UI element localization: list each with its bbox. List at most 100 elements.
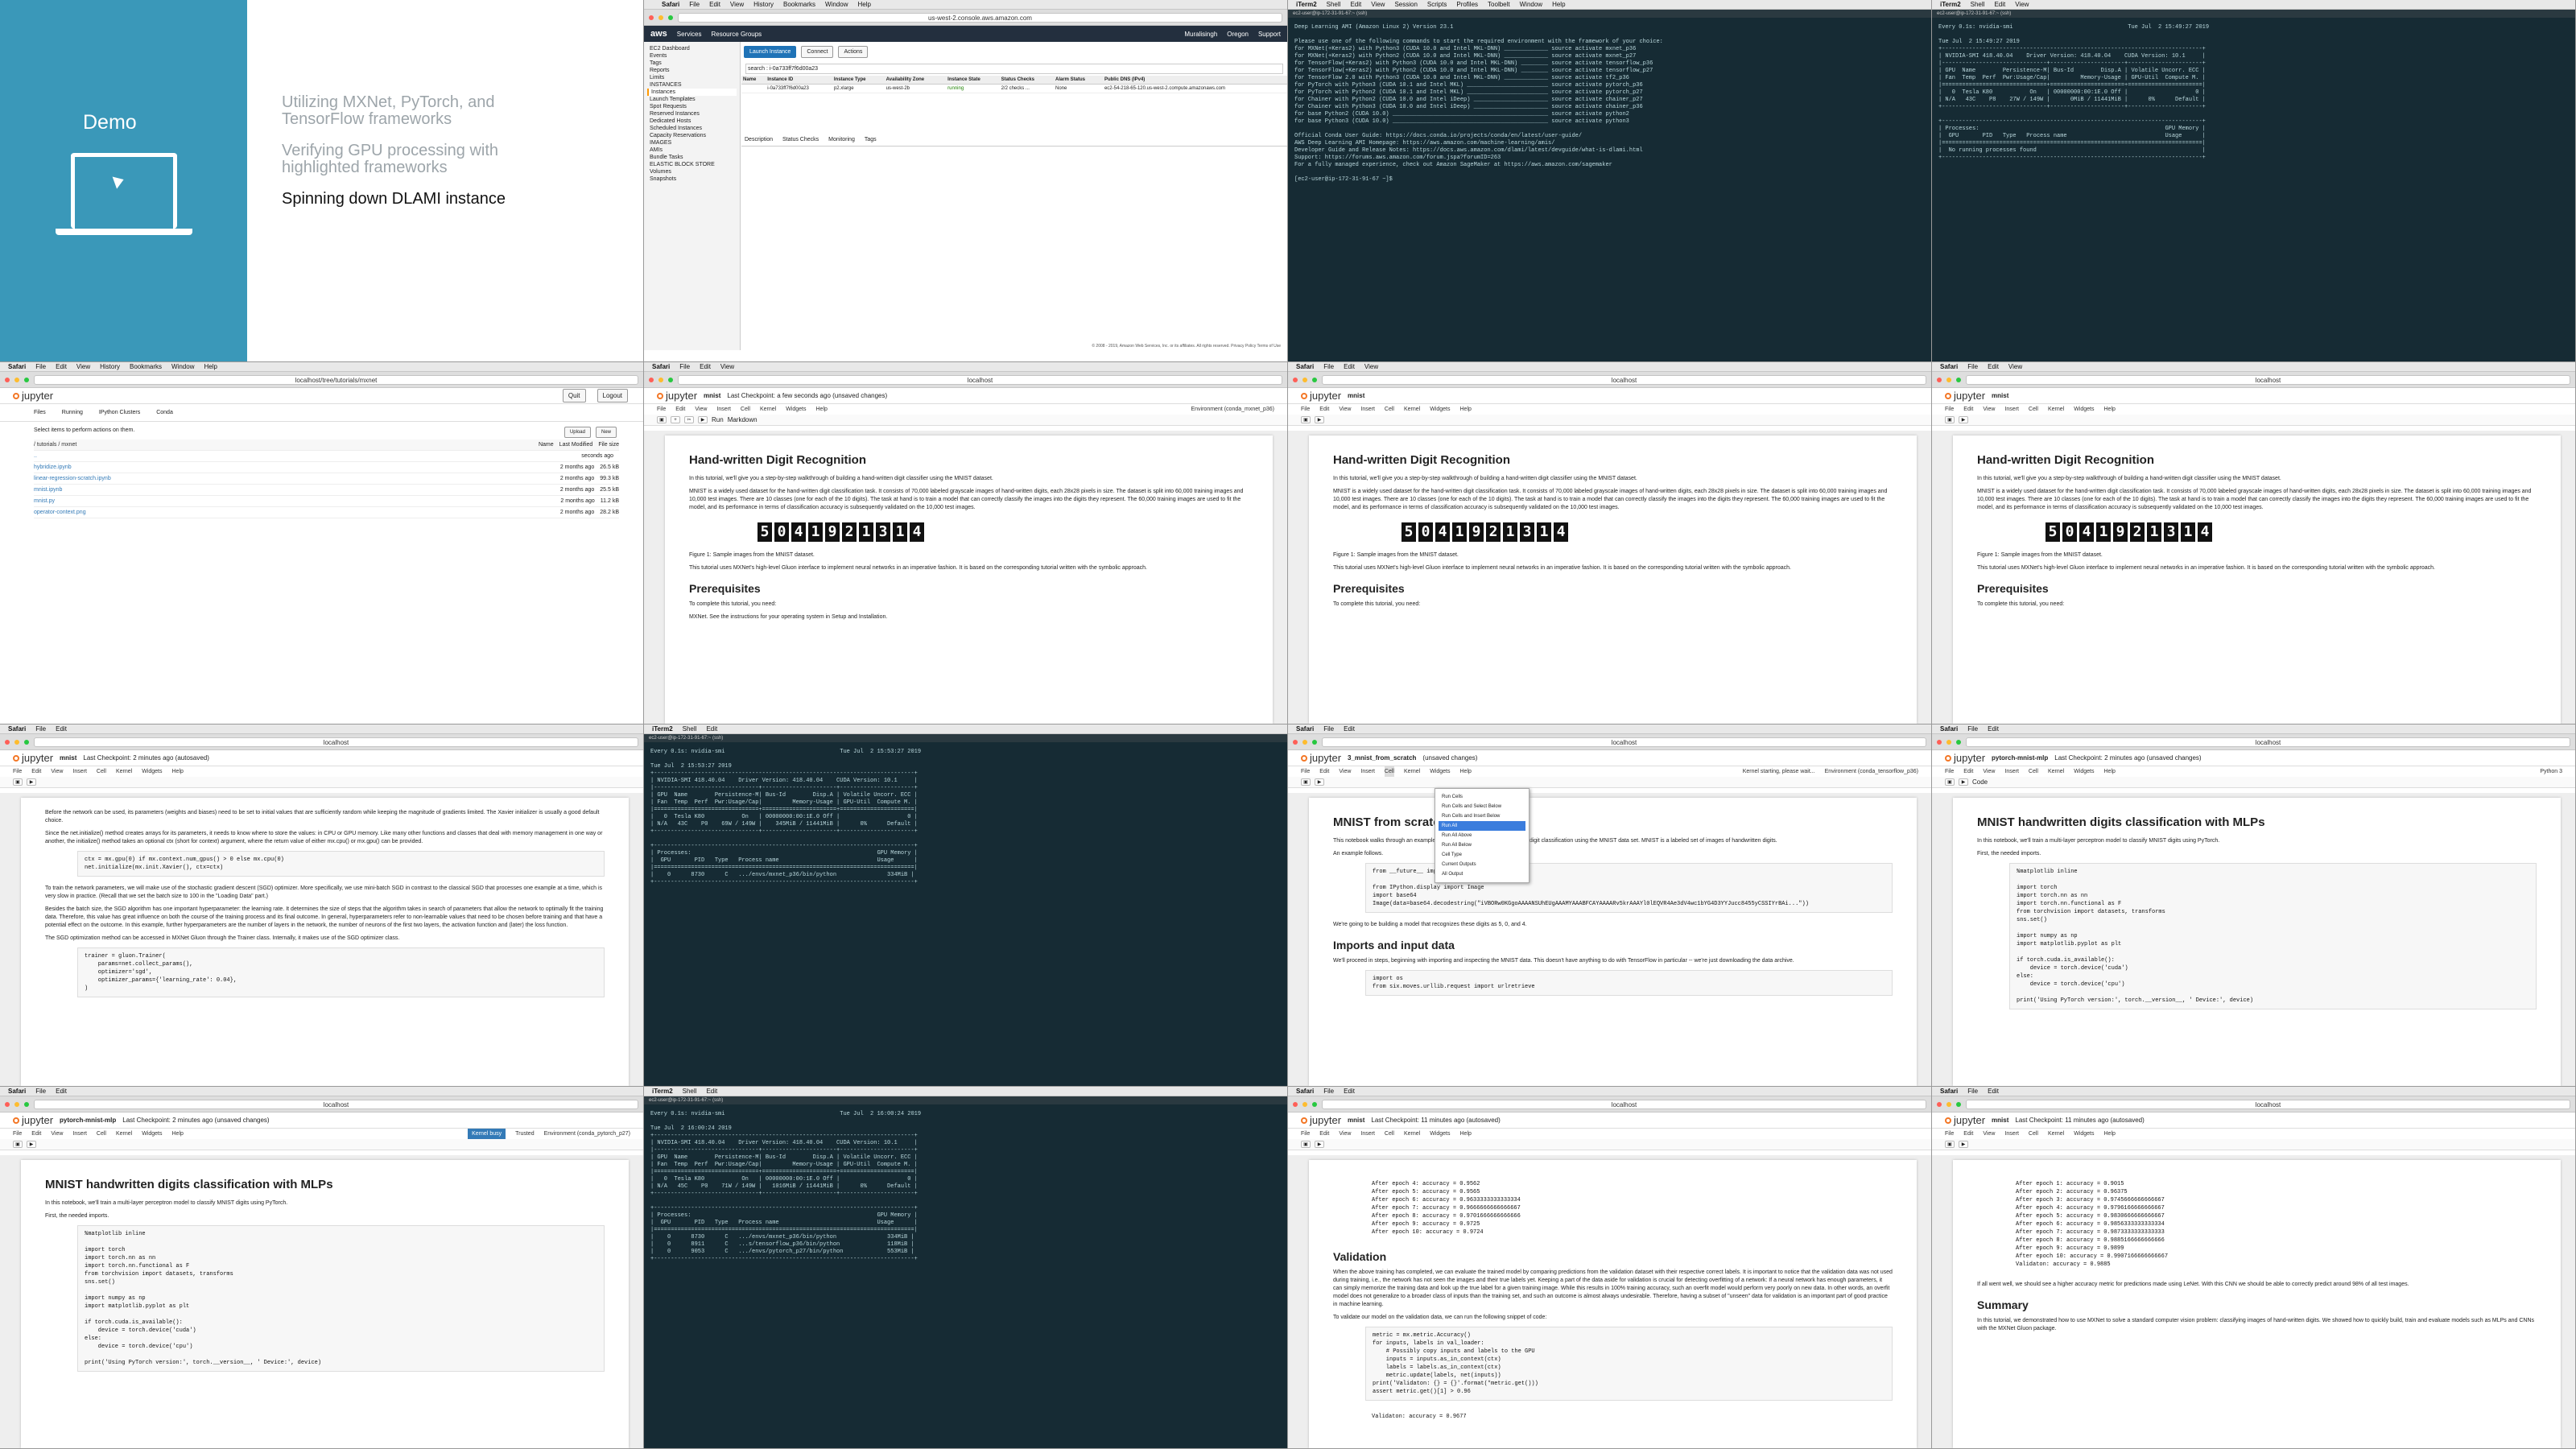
menu-view[interactable]: View bbox=[720, 363, 734, 370]
code-cell[interactable]: metric = mx.metric.Accuracy() for inputs… bbox=[1365, 1327, 1893, 1401]
menu-window[interactable]: Window bbox=[171, 363, 194, 370]
markdown-cell[interactable]: This tutorial uses MXNet's high-level Gl… bbox=[689, 564, 1249, 572]
terminal-tab[interactable]: ec2-user@ip-172-31-91-67:~ (ssh) bbox=[1293, 10, 1367, 18]
sidebar-item[interactable]: Limits bbox=[647, 74, 737, 81]
sidebar-item[interactable]: Reports bbox=[647, 67, 737, 74]
notebook-name[interactable]: mnist bbox=[1348, 392, 1364, 399]
zoom-window-icon[interactable] bbox=[24, 739, 29, 745]
app-name[interactable]: Safari bbox=[8, 363, 26, 370]
markdown-cell[interactable]: To validate our model on the validation … bbox=[1333, 1314, 1893, 1322]
notebook-name[interactable]: mnist bbox=[1992, 1117, 2008, 1124]
terminal-tab[interactable]: ec2-user@ip-172-31-91-67:~ (ssh) bbox=[649, 734, 723, 742]
notebook-name[interactable]: 3_mnist_from_scratch bbox=[1348, 754, 1416, 762]
notebook-name[interactable]: mnist bbox=[1348, 1117, 1364, 1124]
minimize-window-icon[interactable] bbox=[658, 14, 663, 20]
zoom-window-icon[interactable] bbox=[24, 1101, 29, 1107]
address-bar[interactable]: localhost/tree/tutorials/mxnet bbox=[34, 374, 638, 385]
menu-help[interactable]: Help bbox=[857, 1, 870, 8]
sidebar-item[interactable]: AMIs bbox=[647, 147, 737, 154]
sidebar-item[interactable]: Capacity Reservations bbox=[647, 132, 737, 139]
markdown-cell[interactable]: We'll proceed in steps, beginning with i… bbox=[1333, 957, 1893, 965]
markdown-cell[interactable]: In this tutorial, we'll give you a step-… bbox=[1333, 475, 1893, 483]
nvidia-smi-output[interactable]: Every 0.1s: nvidia-smi Tue Jul 2 15:53:2… bbox=[644, 742, 1287, 893]
sidebar-item[interactable]: Snapshots bbox=[647, 175, 737, 183]
menu-bookmarks[interactable]: Bookmarks bbox=[783, 1, 815, 8]
app-name[interactable]: Safari bbox=[8, 725, 26, 733]
minimize-window-icon[interactable] bbox=[1946, 739, 1951, 745]
menu-profiles[interactable]: Profiles bbox=[1456, 1, 1478, 8]
menu-window[interactable]: Window bbox=[825, 1, 848, 8]
menu-file[interactable]: File bbox=[1323, 725, 1334, 733]
list-item[interactable]: mnist.ipynb 2 months ago 25.5 kB bbox=[34, 485, 619, 496]
sidebar-item[interactable]: Spot Requests bbox=[647, 103, 737, 110]
run-icon[interactable]: ▶ bbox=[1315, 1141, 1324, 1148]
sidebar-item[interactable]: Bundle Tasks bbox=[647, 154, 737, 161]
menu-item[interactable]: All Output bbox=[1439, 869, 1525, 879]
save-icon[interactable]: ▣ bbox=[1301, 778, 1311, 786]
menu-history[interactable]: History bbox=[100, 363, 120, 370]
app-name[interactable]: Safari bbox=[8, 1088, 26, 1095]
save-icon[interactable]: ▣ bbox=[1301, 416, 1311, 423]
menu-view[interactable]: View bbox=[1371, 1, 1385, 8]
menu-edit[interactable]: Edit bbox=[706, 1088, 717, 1095]
markdown-cell[interactable]: We're going to be building a model that … bbox=[1333, 921, 1893, 929]
menu-item-run-all[interactable]: Run All bbox=[1439, 821, 1525, 831]
terminal-tab[interactable]: ec2-user@ip-172-31-91-67:~ (ssh) bbox=[1937, 10, 2011, 18]
code-cell[interactable]: %matplotlib inline import torch import t… bbox=[77, 1225, 605, 1372]
menu-bookmarks[interactable]: Bookmarks bbox=[130, 363, 162, 370]
minimize-window-icon[interactable] bbox=[14, 377, 19, 382]
zoom-window-icon[interactable] bbox=[1956, 377, 1961, 382]
menu-scripts[interactable]: Scripts bbox=[1427, 1, 1447, 8]
menu-item[interactable]: Current Outputs bbox=[1439, 860, 1525, 869]
markdown-cell[interactable]: Besides the batch size, the SGD algorith… bbox=[45, 906, 605, 930]
cut-icon[interactable]: ✂ bbox=[684, 416, 694, 423]
markdown-cell[interactable]: This tutorial uses MXNet's high-level Gl… bbox=[1333, 564, 1893, 572]
menu-view[interactable]: View bbox=[2015, 1, 2029, 8]
instance-search-input[interactable]: search : i-0a733ff7f6d00a23 bbox=[745, 64, 1283, 74]
app-name[interactable]: Safari bbox=[1940, 725, 1958, 733]
save-icon[interactable]: ▣ bbox=[1945, 1141, 1955, 1148]
terminal-output[interactable]: Deep Learning AMI (Amazon Linux 2) Versi… bbox=[1288, 18, 1931, 190]
sidebar-item[interactable]: Reserved Instances bbox=[647, 110, 737, 118]
menu-view[interactable]: View bbox=[76, 363, 90, 370]
zoom-window-icon[interactable] bbox=[668, 377, 673, 382]
save-icon[interactable]: ▣ bbox=[13, 778, 23, 786]
close-window-icon[interactable] bbox=[1293, 1101, 1298, 1107]
app-name[interactable]: Safari bbox=[1940, 1088, 1958, 1095]
menu-edit[interactable]: Edit bbox=[706, 725, 717, 733]
markdown-cell[interactable]: An example follows. bbox=[1333, 850, 1893, 858]
menu-history[interactable]: History bbox=[753, 1, 774, 8]
close-window-icon[interactable] bbox=[649, 377, 654, 382]
logout-button[interactable]: Logout bbox=[597, 389, 628, 402]
app-name[interactable]: Safari bbox=[1940, 363, 1958, 370]
save-icon[interactable]: ▣ bbox=[1945, 778, 1955, 786]
app-name[interactable]: iTerm2 bbox=[652, 1088, 673, 1095]
services-menu[interactable]: Services bbox=[677, 31, 702, 38]
tab-conda[interactable]: Conda bbox=[156, 410, 173, 415]
markdown-cell[interactable]: The SGD optimization method can be acces… bbox=[45, 935, 605, 943]
run-icon[interactable]: ▶ bbox=[1959, 416, 1968, 423]
user-menu[interactable]: Muralisingh bbox=[1184, 31, 1217, 38]
close-window-icon[interactable] bbox=[649, 14, 654, 20]
run-icon[interactable]: ▶ bbox=[698, 416, 708, 423]
address-bar[interactable]: localhost bbox=[1322, 1099, 1926, 1109]
app-name[interactable]: Safari bbox=[1296, 363, 1314, 370]
menu-shell[interactable]: Shell bbox=[683, 1088, 697, 1095]
markdown-cell[interactable]: First, the needed imports. bbox=[1977, 850, 2537, 858]
menu-view[interactable]: View bbox=[2008, 363, 2022, 370]
app-name[interactable]: iTerm2 bbox=[1940, 1, 1961, 8]
minimize-window-icon[interactable] bbox=[14, 1101, 19, 1107]
menu-edit[interactable]: Edit bbox=[1994, 1, 2005, 8]
aws-logo[interactable]: aws bbox=[650, 29, 667, 39]
menu-view[interactable]: View bbox=[1364, 363, 1378, 370]
sidebar-item[interactable]: Events bbox=[647, 52, 737, 60]
tab-files[interactable]: Files bbox=[34, 410, 46, 415]
list-item[interactable]: hybridize.ipynb 2 months ago 26.5 kB bbox=[34, 462, 619, 473]
address-bar[interactable]: localhost bbox=[1322, 374, 1926, 385]
markdown-cell[interactable]: This tutorial uses MXNet's high-level Gl… bbox=[1977, 564, 2537, 572]
run-icon[interactable]: ▶ bbox=[1959, 778, 1968, 786]
menu-item[interactable]: Cell Type bbox=[1439, 850, 1525, 860]
menu-edit[interactable]: Edit bbox=[709, 1, 720, 8]
sidebar-item-instances[interactable]: Instances bbox=[647, 89, 737, 96]
jupyter-logo[interactable]: jupyter bbox=[1301, 752, 1341, 764]
